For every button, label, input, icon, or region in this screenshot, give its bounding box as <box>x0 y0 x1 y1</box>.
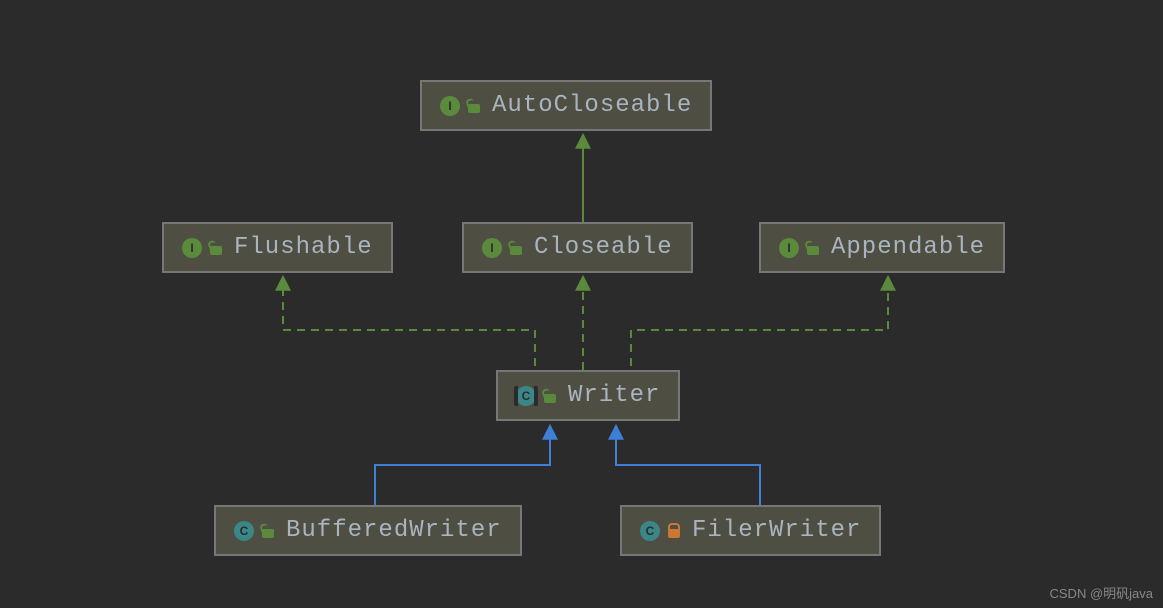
watermark: CSDN @明矾java <box>1050 583 1154 602</box>
interface-icon: I <box>182 238 202 258</box>
lock-open-icon <box>468 99 480 113</box>
lock-open-icon <box>262 524 274 538</box>
node-label: BufferedWriter <box>286 517 502 544</box>
class-icon: C <box>234 521 254 541</box>
node-appendable[interactable]: I Appendable <box>759 222 1005 273</box>
node-label: Appendable <box>831 234 985 261</box>
node-bufferedwriter[interactable]: C BufferedWriter <box>214 505 522 556</box>
node-closeable[interactable]: I Closeable <box>462 222 693 273</box>
node-flushable[interactable]: I Flushable <box>162 222 393 273</box>
lock-open-icon <box>210 241 222 255</box>
lock-closed-icon <box>668 524 680 538</box>
node-label: Closeable <box>534 234 673 261</box>
abstract-class-icon: C <box>516 386 536 406</box>
node-label: FilerWriter <box>692 517 861 544</box>
node-autocloseable[interactable]: I AutoCloseable <box>420 80 712 131</box>
node-label: Flushable <box>234 234 373 261</box>
lock-open-icon <box>510 241 522 255</box>
interface-icon: I <box>482 238 502 258</box>
edge-filerwriter-writer <box>616 427 760 505</box>
interface-icon: I <box>779 238 799 258</box>
lock-open-icon <box>807 241 819 255</box>
node-label: AutoCloseable <box>492 92 692 119</box>
node-filerwriter[interactable]: C FilerWriter <box>620 505 881 556</box>
edge-bufferedwriter-writer <box>375 427 550 505</box>
lock-open-icon <box>544 389 556 403</box>
node-label: Writer <box>568 382 660 409</box>
class-icon: C <box>640 521 660 541</box>
interface-icon: I <box>440 96 460 116</box>
node-writer[interactable]: C Writer <box>496 370 680 421</box>
